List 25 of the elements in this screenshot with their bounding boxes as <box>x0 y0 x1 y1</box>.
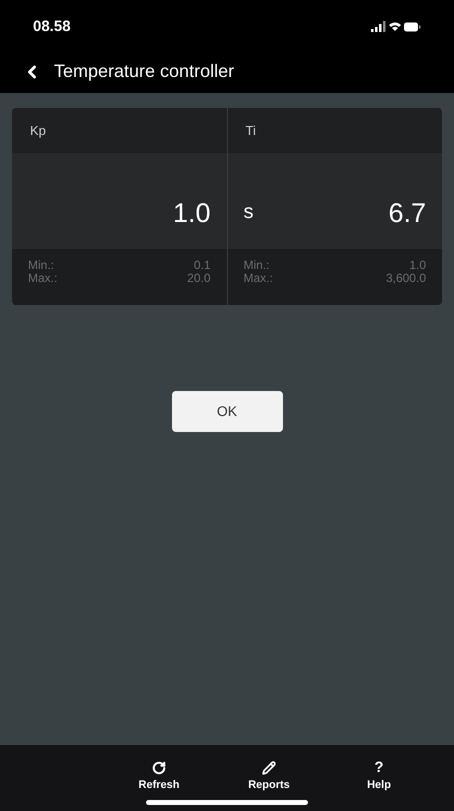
unit-label: s <box>244 200 254 225</box>
min-label: Min.: <box>28 259 56 272</box>
min-label: Min.: <box>244 259 271 272</box>
ok-button[interactable]: OK <box>172 391 282 432</box>
parameter-value: 1.0 <box>172 200 210 227</box>
max-value: 3,600.0 <box>386 272 426 285</box>
parameter-label: Kp <box>30 122 46 140</box>
parameter-value: 6.7 <box>388 200 426 227</box>
question-mark-icon: ? <box>374 760 384 774</box>
tab-bar-button[interactable]: Refresh <box>104 760 214 793</box>
pencil-icon <box>262 760 276 774</box>
parameter-value-field[interactable]: s 6.7 <box>228 153 442 249</box>
nav-title: Temperature controller <box>54 60 234 83</box>
max-label: Max.: <box>244 272 273 285</box>
status-icons <box>371 21 421 33</box>
max-value: 20.0 <box>187 272 210 285</box>
parameter-value-field[interactable]: 1.0 <box>12 153 226 249</box>
min-value: 0.1 <box>194 259 210 272</box>
tab-bar-button[interactable]: Reports <box>214 760 324 793</box>
max-label: Max.: <box>28 272 58 285</box>
min-value: 1.0 <box>409 259 426 272</box>
tab-bar-button[interactable]: ? Help <box>324 760 434 793</box>
parameter-label: Ti <box>246 122 256 140</box>
refresh-icon <box>152 760 166 774</box>
status-time: 08.58 <box>33 16 71 37</box>
